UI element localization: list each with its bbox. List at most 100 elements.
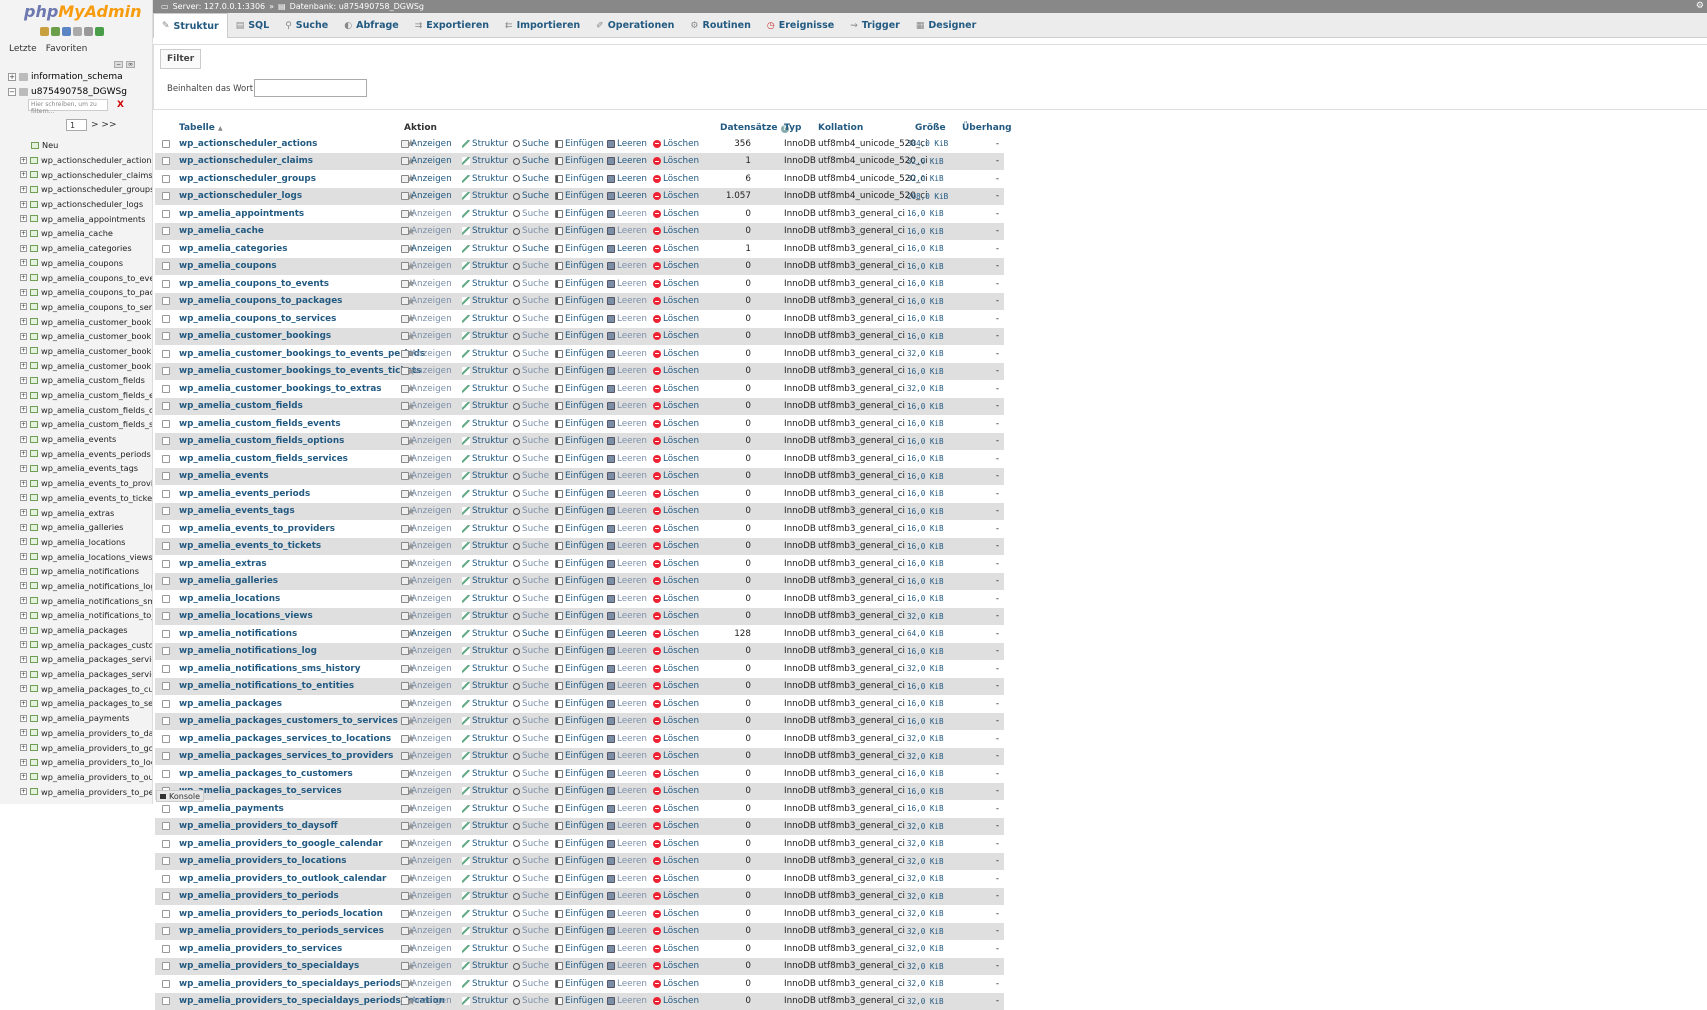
table-name-link[interactable]: wp_amelia_notifications	[179, 629, 297, 639]
structure-action[interactable]: Struktur	[462, 331, 508, 341]
browse-action[interactable]: Anzeigen	[401, 856, 452, 866]
insert-action[interactable]: Einfügen	[555, 436, 604, 446]
search-action[interactable]: Suche	[513, 139, 549, 149]
breadcrumb-server[interactable]: Server: 127.0.0.1:3306	[173, 2, 266, 11]
sidebar-table-item[interactable]: + wp_amelia_customer_bookin	[20, 329, 152, 344]
search-action[interactable]: Suche	[513, 856, 549, 866]
search-action[interactable]: Suche	[513, 471, 549, 481]
size-value[interactable]: 16,0 KiB	[907, 332, 957, 341]
next-page-link[interactable]: > >>	[91, 120, 116, 130]
expand-icon[interactable]: +	[20, 567, 27, 575]
size-value[interactable]: 208,0 KiB	[907, 192, 957, 201]
tree-item-label[interactable]: wp_amelia_notifications_sms	[41, 596, 152, 606]
sidebar-table-item[interactable]: + wp_amelia_notifications_sms	[20, 593, 152, 608]
search-action[interactable]: Suche	[513, 331, 549, 341]
tree-item-label[interactable]: wp_amelia_custom_fields_ev	[41, 390, 152, 400]
browse-action[interactable]: Anzeigen	[401, 716, 452, 726]
table-name-link[interactable]: wp_amelia_notifications_log	[179, 646, 317, 656]
structure-action[interactable]: Struktur	[462, 524, 508, 534]
table-name-link[interactable]: wp_amelia_events	[179, 471, 269, 481]
drop-action[interactable]: Löschen	[653, 191, 699, 201]
row-checkbox[interactable]	[162, 682, 170, 691]
table-name-link[interactable]: wp_amelia_coupons_to_services	[179, 314, 336, 324]
insert-action[interactable]: Einfügen	[555, 961, 604, 971]
page-select[interactable]: 1	[66, 119, 87, 131]
insert-action[interactable]: Einfügen	[555, 996, 604, 1006]
size-value[interactable]: 16,0 KiB	[907, 209, 957, 218]
empty-action[interactable]: Leeren	[607, 629, 647, 639]
expand-icon[interactable]: +	[20, 479, 27, 487]
size-value[interactable]: 16,0 KiB	[907, 542, 957, 551]
tree-item-label[interactable]: wp_amelia_cache	[41, 228, 113, 238]
table-name-link[interactable]: wp_amelia_providers_to_services	[179, 944, 342, 954]
insert-action[interactable]: Einfügen	[555, 401, 604, 411]
browse-action[interactable]: Anzeigen	[401, 839, 452, 849]
row-checkbox[interactable]	[162, 997, 170, 1006]
browse-action[interactable]: Anzeigen	[401, 996, 452, 1006]
insert-action[interactable]: Einfügen	[555, 559, 604, 569]
table-name-link[interactable]: wp_amelia_events_to_providers	[179, 524, 335, 534]
size-value[interactable]: 32,0 KiB	[907, 822, 957, 831]
row-checkbox[interactable]	[162, 279, 170, 288]
browse-action[interactable]: Anzeigen	[401, 279, 452, 289]
table-name-link[interactable]: wp_amelia_events_periods	[179, 489, 310, 499]
size-value[interactable]: 32,0 KiB	[907, 979, 957, 988]
tree-item-label[interactable]: wp_amelia_events_tags	[41, 463, 138, 473]
expand-icon[interactable]: +	[20, 626, 27, 634]
insert-action[interactable]: Einfügen	[555, 506, 604, 516]
row-checkbox[interactable]	[162, 804, 170, 813]
expand-icon[interactable]: +	[20, 347, 27, 355]
tree-item-label[interactable]: wp_amelia_notifications_log	[41, 581, 152, 591]
structure-action[interactable]: Struktur	[462, 296, 508, 306]
empty-action[interactable]: Leeren	[607, 751, 647, 761]
row-checkbox[interactable]	[162, 297, 170, 306]
tree-item-label[interactable]: wp_amelia_events_periods	[41, 449, 151, 459]
size-value[interactable]: 16,0 KiB	[907, 262, 957, 271]
drop-action[interactable]: Löschen	[653, 559, 699, 569]
structure-action[interactable]: Struktur	[462, 629, 508, 639]
search-action[interactable]: Suche	[513, 629, 549, 639]
insert-action[interactable]: Einfügen	[555, 594, 604, 604]
search-action[interactable]: Suche	[513, 681, 549, 691]
home-icon[interactable]	[40, 27, 49, 36]
tab-exportieren[interactable]: ⇉ Exportieren	[407, 13, 497, 38]
empty-action[interactable]: Leeren	[607, 804, 647, 814]
sidebar-table-item[interactable]: + wp_amelia_galleries	[20, 520, 152, 535]
tree-item-label[interactable]: wp_amelia_notifications	[41, 566, 139, 576]
structure-action[interactable]: Struktur	[462, 874, 508, 884]
insert-action[interactable]: Einfügen	[555, 191, 604, 201]
drop-action[interactable]: Löschen	[653, 524, 699, 534]
browse-action[interactable]: Anzeigen	[401, 489, 452, 499]
row-checkbox[interactable]	[162, 174, 170, 183]
sidebar-table-item[interactable]: + wp_amelia_packages_service	[20, 652, 152, 667]
browse-action[interactable]: Anzeigen	[401, 909, 452, 919]
expand-icon[interactable]: +	[20, 611, 27, 619]
structure-action[interactable]: Struktur	[462, 576, 508, 586]
filter-word-input[interactable]	[254, 79, 367, 97]
db-information-schema[interactable]: + information_schema	[8, 72, 123, 82]
drop-action[interactable]: Löschen	[653, 716, 699, 726]
db-name[interactable]: u875490758_DGWSg	[31, 87, 127, 97]
structure-action[interactable]: Struktur	[462, 419, 508, 429]
tree-item-label[interactable]: wp_amelia_customer_bookin	[41, 331, 152, 341]
search-action[interactable]: Suche	[513, 244, 549, 254]
drop-action[interactable]: Löschen	[653, 139, 699, 149]
empty-action[interactable]: Leeren	[607, 559, 647, 569]
insert-action[interactable]: Einfügen	[555, 576, 604, 586]
size-value[interactable]: 16,0 KiB	[907, 367, 957, 376]
row-checkbox[interactable]	[162, 139, 170, 148]
search-action[interactable]: Suche	[513, 839, 549, 849]
empty-action[interactable]: Leeren	[607, 734, 647, 744]
table-name-link[interactable]: wp_amelia_custom_fields_events	[179, 419, 341, 429]
tab-designer[interactable]: ▦ Designer	[908, 13, 984, 38]
row-checkbox[interactable]	[162, 542, 170, 551]
expand-icon[interactable]: +	[20, 318, 27, 326]
expand-icon[interactable]: +	[20, 509, 27, 517]
expand-icon[interactable]: +	[20, 171, 27, 179]
structure-action[interactable]: Struktur	[462, 366, 508, 376]
favorites-tab[interactable]: Favoriten	[46, 44, 88, 54]
drop-action[interactable]: Löschen	[653, 226, 699, 236]
structure-action[interactable]: Struktur	[462, 489, 508, 499]
row-checkbox[interactable]	[162, 524, 170, 533]
row-checkbox[interactable]	[162, 227, 170, 236]
